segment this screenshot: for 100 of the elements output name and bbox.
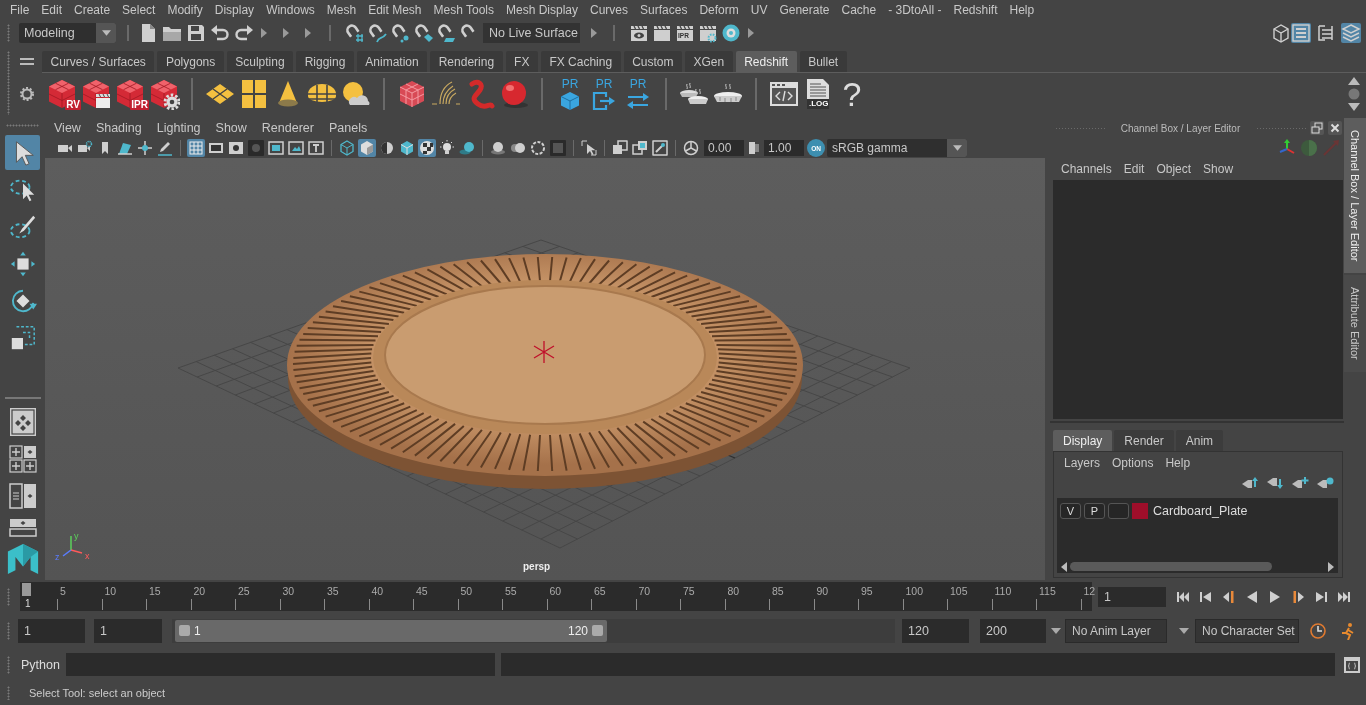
- menu-item[interactable]: Cache: [835, 2, 883, 18]
- light-bulb-icon[interactable]: [438, 139, 456, 157]
- stacked-pane-layout-icon[interactable]: [8, 518, 37, 537]
- start-time-field[interactable]: 1: [18, 618, 85, 643]
- shelf-tab[interactable]: Polygons: [157, 51, 224, 72]
- menu-item[interactable]: Show: [208, 121, 255, 135]
- tab[interactable]: Anim: [1175, 430, 1224, 451]
- safe-title-icon[interactable]: [307, 139, 325, 157]
- isolate-select-icon[interactable]: [580, 139, 598, 157]
- menu-item[interactable]: Display: [208, 2, 261, 18]
- clock-icon[interactable]: [1309, 621, 1327, 640]
- shelf-tab[interactable]: Animation: [356, 51, 428, 72]
- script-window-icon[interactable]: [1342, 655, 1361, 674]
- scroll-right-icon[interactable]: [1328, 561, 1334, 572]
- shelf-tab[interactable]: Redshift: [735, 51, 797, 72]
- menu-item[interactable]: Create: [68, 2, 117, 18]
- wireframe-cube-icon[interactable]: [338, 139, 356, 157]
- tab[interactable]: Display: [1053, 430, 1113, 451]
- shelf-tab[interactable]: FX Caching: [540, 51, 621, 72]
- menu-lines-icon[interactable]: [20, 57, 34, 66]
- undo-icon[interactable]: [210, 22, 230, 43]
- side-tab[interactable]: Channel Box / Layer Editor: [1344, 118, 1366, 274]
- skip-to-end-icon[interactable]: [1337, 589, 1351, 604]
- character-set-field[interactable]: No Character Set: [1195, 618, 1299, 643]
- shelf-tab[interactable]: Rendering: [430, 51, 503, 72]
- range-slider[interactable]: 1 120: [172, 618, 895, 643]
- menu-item[interactable]: Shading: [88, 121, 150, 135]
- dashed-circle-icon[interactable]: [529, 139, 547, 157]
- shelf-tab[interactable]: Curves / Surfaces: [42, 51, 155, 72]
- field-chart-icon[interactable]: [267, 139, 285, 157]
- magnet-surface-icon[interactable]: [413, 22, 433, 43]
- step-forward-icon[interactable]: [1314, 589, 1328, 604]
- scroll-left-icon[interactable]: [1061, 561, 1067, 572]
- close-icon[interactable]: [1328, 121, 1342, 135]
- half-shaded-icon[interactable]: [378, 139, 396, 157]
- aperture-icon[interactable]: [682, 139, 700, 157]
- end-time-field[interactable]: 200: [980, 618, 1046, 643]
- app-logo-icon[interactable]: [5, 542, 40, 576]
- safe-action-icon[interactable]: [287, 139, 305, 157]
- float-window-icon[interactable]: [1310, 121, 1324, 135]
- skip-to-start-icon[interactable]: [1176, 589, 1190, 604]
- view-transform-dropdown[interactable]: sRGB gamma: [827, 139, 967, 157]
- anim-layer-field[interactable]: No Anim Layer: [1065, 618, 1167, 643]
- scroll-up-icon[interactable]: [1348, 76, 1360, 85]
- current-frame-field[interactable]: 1: [1098, 586, 1166, 607]
- tool-list-icon[interactable]: [1316, 22, 1336, 43]
- attribute-panel-icon[interactable]: [1291, 22, 1311, 43]
- overlap-squares-icon[interactable]: [611, 139, 629, 157]
- tab[interactable]: Render: [1114, 430, 1174, 451]
- play-backward-icon[interactable]: [1245, 589, 1259, 604]
- menu-item[interactable]: Layers: [1058, 456, 1107, 470]
- gamma-field[interactable]: 1.00: [764, 140, 804, 156]
- playback-toggle[interactable]: P: [1084, 503, 1105, 519]
- menu-item[interactable]: Edit Mesh: [362, 2, 428, 18]
- magnet-curve-icon[interactable]: [367, 22, 387, 43]
- menu-item[interactable]: - 3DtoAll -: [882, 2, 948, 18]
- textured-cube-icon[interactable]: [398, 139, 416, 157]
- shelf-tab[interactable]: Sculpting: [226, 51, 294, 72]
- shelf-button[interactable]: PR: [622, 74, 654, 114]
- shelf-button[interactable]: .LOG: [802, 74, 834, 114]
- menu-item[interactable]: UV: [744, 2, 774, 18]
- menu-item[interactable]: Help: [1159, 456, 1197, 470]
- menu-set-dropdown[interactable]: Modeling: [19, 22, 116, 43]
- reference-toggle[interactable]: [1108, 503, 1129, 519]
- command-input[interactable]: [65, 653, 495, 676]
- gear-icon[interactable]: [20, 86, 34, 101]
- sphere-shadow-icon[interactable]: [458, 139, 476, 157]
- pan-icon[interactable]: [136, 139, 154, 157]
- shelf-button[interactable]: PR: [554, 74, 586, 114]
- step-back-key-icon[interactable]: [1222, 589, 1236, 604]
- range-handle[interactable]: [592, 625, 603, 636]
- dropdown-arrow-icon[interactable]: [1179, 627, 1189, 634]
- menu-item[interactable]: Lighting: [149, 121, 209, 135]
- menu-item[interactable]: Renderer: [254, 121, 322, 135]
- menu-item[interactable]: Panels: [321, 121, 375, 135]
- menu-item[interactable]: Select: [116, 2, 162, 18]
- gate-icon[interactable]: [227, 139, 245, 157]
- layer-name[interactable]: Cardboard_Plate: [1153, 504, 1248, 518]
- joint-square-icon[interactable]: [651, 139, 669, 157]
- live-surface-field[interactable]: No Live Surface: [483, 22, 580, 43]
- magnet-grid-icon[interactable]: [344, 22, 364, 43]
- menu-item[interactable]: Mesh Display: [500, 2, 585, 18]
- menu-item[interactable]: Mesh Tools: [427, 2, 500, 18]
- exposure-field[interactable]: 0.00: [704, 140, 744, 156]
- magnet-plane-icon[interactable]: [436, 22, 456, 43]
- range-handle[interactable]: [179, 625, 190, 636]
- tool-button[interactable]: [5, 135, 40, 170]
- layer-arrow-down-icon[interactable]: [1266, 476, 1284, 490]
- menu-item[interactable]: Help: [1003, 2, 1041, 18]
- shelf-tab[interactable]: Rigging: [296, 51, 354, 72]
- ring-icon[interactable]: [721, 22, 741, 43]
- menu-item[interactable]: Surfaces: [634, 2, 694, 18]
- scroll-down-icon[interactable]: [1348, 103, 1360, 112]
- four-pane-layout-icon[interactable]: [8, 445, 37, 473]
- command-language-label[interactable]: Python: [21, 657, 60, 672]
- range-end-field[interactable]: 120: [902, 618, 969, 643]
- step-back-icon[interactable]: [1199, 589, 1213, 604]
- layer-dot-icon[interactable]: [1316, 476, 1334, 490]
- range-bar[interactable]: [175, 619, 607, 642]
- menu-item[interactable]: Edit: [35, 2, 69, 18]
